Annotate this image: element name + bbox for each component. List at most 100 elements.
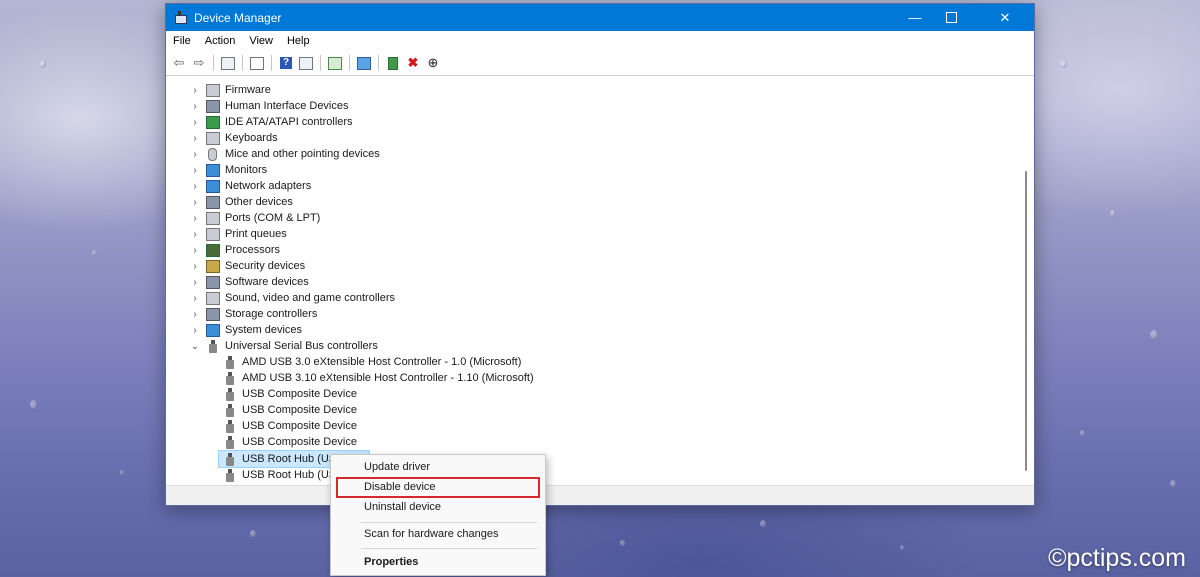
chevron-right-icon[interactable]: › [190,261,200,272]
chevron-right-icon[interactable]: › [190,181,200,192]
vertical-scrollbar[interactable] [1022,77,1030,485]
menu-action[interactable]: Action [198,35,243,47]
security-device-icon [206,259,220,273]
scan-hardware-icon[interactable] [326,54,344,72]
chevron-right-icon[interactable]: › [190,149,200,160]
tree-item-label: Keyboards [225,132,278,144]
tree-item-label: IDE ATA/ATAPI controllers [225,116,353,128]
chevron-right-icon[interactable]: › [190,325,200,336]
chevron-right-icon[interactable]: › [190,309,200,320]
tree-item-mice[interactable]: › Mice and other pointing devices [190,146,380,162]
tree-item-ide-ata-atapi-controllers[interactable]: › IDE ATA/ATAPI controllers [190,114,353,130]
tree-item-label: Processors [225,244,281,256]
tree-item-label: Human Interface Devices [225,100,349,112]
uninstall-device-icon[interactable]: ✖ [404,54,422,72]
hid-icon [206,99,220,113]
menu-uninstall-device[interactable]: Uninstall device [364,498,441,516]
help-icon[interactable]: ? [277,54,295,72]
tree-item-keyboards[interactable]: › Keyboards [190,130,278,146]
tree-item-system-devices[interactable]: › System devices [190,322,302,338]
tree-item-label: AMD USB 3.0 eXtensible Host Controller -… [242,356,522,368]
chevron-right-icon[interactable]: › [190,245,200,256]
printer-icon [206,227,220,241]
menu-help[interactable]: Help [280,35,317,47]
window-title: Device Manager [194,10,282,25]
disable-device-icon[interactable]: ⊕ [424,54,442,72]
usb-icon [226,387,234,401]
update-driver-icon[interactable] [384,54,402,72]
toolbar-divider [271,55,272,71]
title-bar[interactable]: Device Manager — ✕ [166,4,1034,31]
tree-item-label: AMD USB 3.10 eXtensible Host Controller … [242,372,534,384]
forward-arrow-icon[interactable]: ⇨ [190,54,208,72]
tree-item-label: Storage controllers [225,308,318,320]
chevron-right-icon[interactable]: › [190,229,200,240]
tree-item-label: Ports (COM & LPT) [225,212,321,224]
minimize-button[interactable]: — [898,4,932,31]
tree-item-label: Security devices [225,260,306,272]
tree-item-usb-child[interactable]: USB Composite Device [223,386,357,402]
tree-item-processors[interactable]: › Processors [190,242,280,258]
chevron-down-icon[interactable]: ⌄ [190,341,200,352]
menu-bar: File Action View Help [166,31,1034,51]
usb-icon [226,452,234,466]
chevron-right-icon[interactable]: › [190,213,200,224]
action-pane-icon[interactable] [297,54,315,72]
back-arrow-icon[interactable]: ⇦ [170,54,188,72]
toolbar: ⇦ ⇨ ? ✖ ⊕ [166,51,1034,76]
tree-item-sound-video-game[interactable]: › Sound, video and game controllers [190,290,395,306]
processor-icon [206,243,220,257]
toolbar-divider [378,55,379,71]
keyboard-icon [206,131,220,145]
tree-item-usb-child[interactable]: AMD USB 3.10 eXtensible Host Controller … [223,370,534,386]
device-tree: › Firmware › Human Interface Devices › I… [166,77,1016,485]
ide-controller-icon [206,115,220,129]
menu-view[interactable]: View [242,35,280,47]
tree-item-human-interface-devices[interactable]: › Human Interface Devices [190,98,349,114]
tree-item-label: Print queues [225,228,287,240]
tree-item-usb-controllers[interactable]: ⌄ Universal Serial Bus controllers [190,338,378,354]
toolbar-divider [242,55,243,71]
tree-item-usb-child[interactable]: USB Composite Device [223,418,357,434]
tree-item-network-adapters[interactable]: › Network adapters [190,178,311,194]
menu-scan-hardware-changes[interactable]: Scan for hardware changes [364,525,499,543]
device-manager-icon [174,10,187,24]
close-button[interactable]: ✕ [988,4,1022,31]
show-hide-console-tree-icon[interactable] [219,54,237,72]
chevron-right-icon[interactable]: › [190,165,200,176]
chevron-right-icon[interactable]: › [190,101,200,112]
tree-item-security-devices[interactable]: › Security devices [190,258,305,274]
tree-item-software-devices[interactable]: › Software devices [190,274,309,290]
tree-item-label: System devices [225,324,303,336]
monitor-icon[interactable] [355,54,373,72]
toolbar-divider [320,55,321,71]
tree-item-other-devices[interactable]: › Other devices [190,194,293,210]
chevron-right-icon[interactable]: › [190,117,200,128]
mouse-icon [208,147,217,161]
tree-item-label: Universal Serial Bus controllers [225,340,378,352]
tree-item-monitors[interactable]: › Monitors [190,162,267,178]
menu-file[interactable]: File [166,35,198,47]
menu-update-driver[interactable]: Update driver [364,458,430,476]
tree-item-ports[interactable]: › Ports (COM & LPT) [190,210,320,226]
menu-properties[interactable]: Properties [364,553,418,571]
scrollbar-thumb[interactable] [1025,171,1027,471]
chevron-right-icon[interactable]: › [190,293,200,304]
maximize-button[interactable] [934,4,968,31]
chevron-right-icon[interactable]: › [190,133,200,144]
usb-icon [226,403,234,417]
properties-sheet-icon[interactable] [248,54,266,72]
tree-item-usb-child[interactable]: USB Composite Device [223,434,357,450]
tree-item-firmware[interactable]: › Firmware [190,82,271,98]
chevron-right-icon[interactable]: › [190,85,200,96]
network-adapter-icon [206,179,220,193]
tree-item-usb-child[interactable]: USB Composite Device [223,402,357,418]
tree-item-storage-controllers[interactable]: › Storage controllers [190,306,317,322]
tree-item-print-queues[interactable]: › Print queues [190,226,287,242]
tree-item-usb-child[interactable]: AMD USB 3.0 eXtensible Host Controller -… [223,354,521,370]
menu-divider [361,548,537,549]
storage-controller-icon [206,307,220,321]
chevron-right-icon[interactable]: › [190,197,200,208]
tree-item-label: Other devices [225,196,293,208]
chevron-right-icon[interactable]: › [190,277,200,288]
